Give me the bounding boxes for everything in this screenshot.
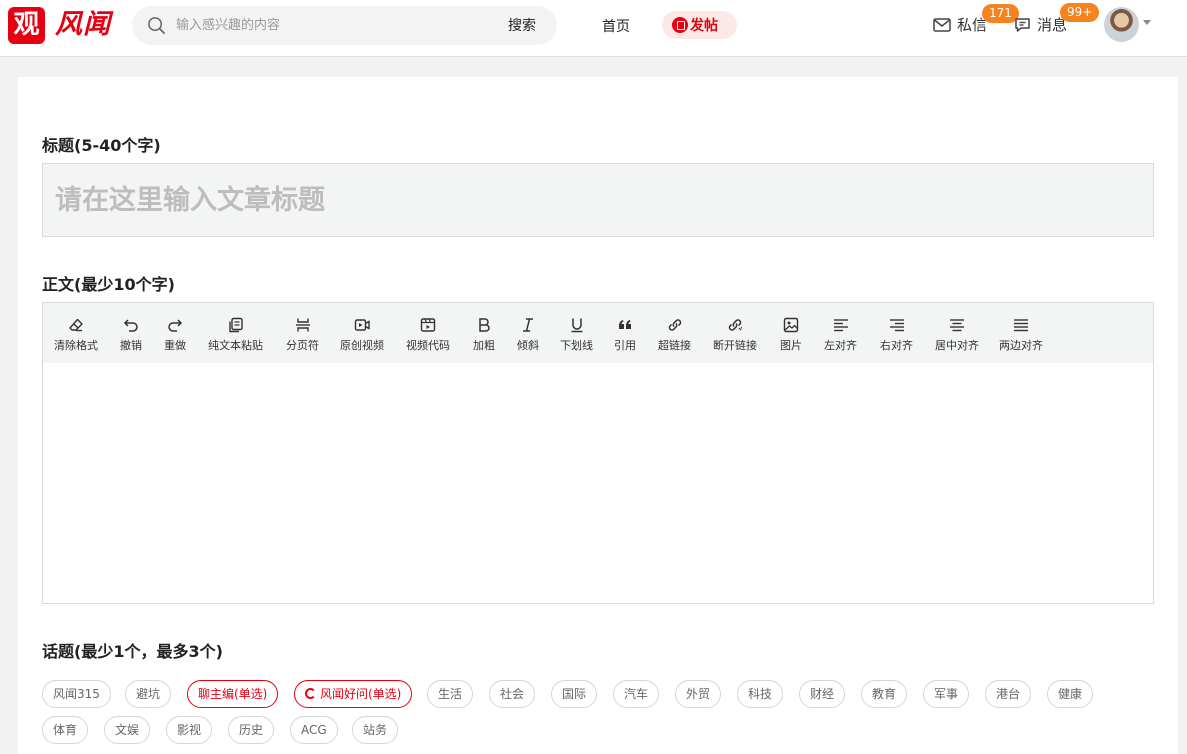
tool-undo[interactable]: 撤销 (120, 317, 142, 353)
title-input[interactable] (43, 164, 1153, 236)
topic-tag[interactable]: 生活 (427, 680, 474, 708)
topic-tag[interactable]: 港台 (985, 680, 1032, 708)
tool-original-video[interactable]: 原创视频 (340, 317, 384, 353)
search-button[interactable]: 搜索 (508, 15, 536, 35)
topic-tag-editor-chat[interactable]: 聊主编(单选) (187, 680, 279, 708)
align-justify-icon (1014, 319, 1028, 332)
image-icon (783, 317, 799, 333)
quote-icon (619, 320, 631, 329)
title-label: 标题(5-40个字) (42, 136, 161, 155)
topic-tag-good-question[interactable]: 风闻好问(单选) (294, 680, 413, 708)
paste-text-icon (228, 317, 243, 333)
topic-tag[interactable]: 历史 (228, 716, 275, 744)
topic-tag[interactable]: 文娱 (104, 716, 151, 744)
align-left-icon (833, 319, 848, 332)
topic-tag[interactable]: 站务 (352, 716, 399, 744)
tool-align-left[interactable]: 左对齐 (824, 317, 857, 353)
tool-plain-paste[interactable]: 纯文本粘贴 (208, 317, 263, 353)
body-label: 正文(最少10个字) (42, 275, 175, 294)
tool-align-center[interactable]: 居中对齐 (935, 317, 979, 353)
search-input[interactable] (176, 12, 496, 39)
topic-tag[interactable]: 社会 (489, 680, 536, 708)
tool-unlink[interactable]: 断开链接 (713, 317, 757, 353)
messages-link[interactable]: 私信 (933, 14, 987, 35)
user-avatar[interactable] (1104, 7, 1139, 42)
tool-bold[interactable]: 加粗 (473, 317, 495, 353)
bold-icon (479, 318, 490, 332)
align-right-icon (889, 319, 904, 332)
unlink-icon (728, 319, 743, 331)
tool-underline[interactable]: 下划线 (560, 317, 593, 353)
tool-image[interactable]: 图片 (780, 317, 802, 353)
brand-logo[interactable]: 风闻 (55, 8, 111, 42)
chat-bubble-icon (1015, 17, 1030, 32)
editor-content-area[interactable] (43, 363, 1153, 603)
page-break-icon (295, 318, 310, 332)
redo-icon (168, 319, 183, 332)
topic-tag[interactable]: 外贸 (675, 680, 722, 708)
logo-icon[interactable]: 观 (8, 7, 45, 44)
video-code-icon (420, 318, 436, 332)
title-field (42, 163, 1154, 237)
notifications-count-badge: 99+ (1060, 3, 1100, 22)
post-button[interactable]: 发帖 (662, 11, 737, 39)
rich-text-editor: 清除格式 撤销 重做 纯文本粘贴 分页符 原创视频 视频代码 加粗 倾斜 下划线… (42, 302, 1154, 604)
search-icon (148, 17, 165, 34)
editor-toolbar: 清除格式 撤销 重做 纯文本粘贴 分页符 原创视频 视频代码 加粗 倾斜 下划线… (43, 303, 1153, 363)
search-bar: 搜索 (132, 6, 557, 45)
question-mark-icon (305, 688, 316, 699)
topic-tag[interactable]: 财经 (799, 680, 846, 708)
topic-tag[interactable]: 科技 (737, 680, 784, 708)
topic-tag[interactable]: 汽车 (613, 680, 660, 708)
topic-tag[interactable]: 教育 (861, 680, 908, 708)
notifications-link[interactable]: 消息 (1014, 14, 1067, 35)
topic-tag[interactable]: 健康 (1047, 680, 1094, 708)
topic-tag[interactable]: 影视 (166, 716, 213, 744)
italic-icon (523, 318, 533, 332)
tool-quote[interactable]: 引用 (614, 317, 636, 353)
mail-icon (933, 17, 951, 32)
nav-home-link[interactable]: 首页 (602, 16, 630, 36)
video-icon (354, 319, 370, 331)
topic-tag[interactable]: 国际 (551, 680, 598, 708)
tool-page-break[interactable]: 分页符 (286, 317, 319, 353)
undo-icon (123, 319, 138, 332)
post-editor-panel: 标题(5-40个字) 正文(最少10个字) 清除格式 撤销 重做 纯文本粘贴 (18, 77, 1178, 754)
eraser-icon (69, 318, 83, 332)
topic-tag[interactable]: 风闻315 (42, 680, 111, 708)
topic-tag[interactable]: 军事 (923, 680, 970, 708)
topic-tag[interactable]: ACG (290, 716, 338, 744)
underline-icon (571, 318, 582, 333)
tool-italic[interactable]: 倾斜 (517, 317, 539, 353)
post-button-label: 发帖 (690, 18, 718, 34)
tool-redo[interactable]: 重做 (164, 317, 186, 353)
topic-tag[interactable]: 体育 (42, 716, 89, 744)
post-icon (672, 17, 688, 33)
top-header: 观 风闻 搜索 首页 发帖 私信 171 消息 99+ (0, 0, 1187, 57)
topic-label: 话题(最少1个，最多3个) (42, 642, 223, 661)
tool-video-code[interactable]: 视频代码 (406, 317, 450, 353)
caret-down-icon[interactable] (1143, 20, 1151, 25)
align-center-icon (950, 319, 964, 332)
tool-align-right[interactable]: 右对齐 (880, 317, 913, 353)
tool-hyperlink[interactable]: 超链接 (658, 317, 691, 353)
tool-clear-format[interactable]: 清除格式 (54, 317, 98, 353)
topic-tag[interactable]: 避坑 (125, 680, 172, 708)
tool-align-justify[interactable]: 两边对齐 (999, 317, 1043, 353)
link-icon (668, 319, 681, 331)
